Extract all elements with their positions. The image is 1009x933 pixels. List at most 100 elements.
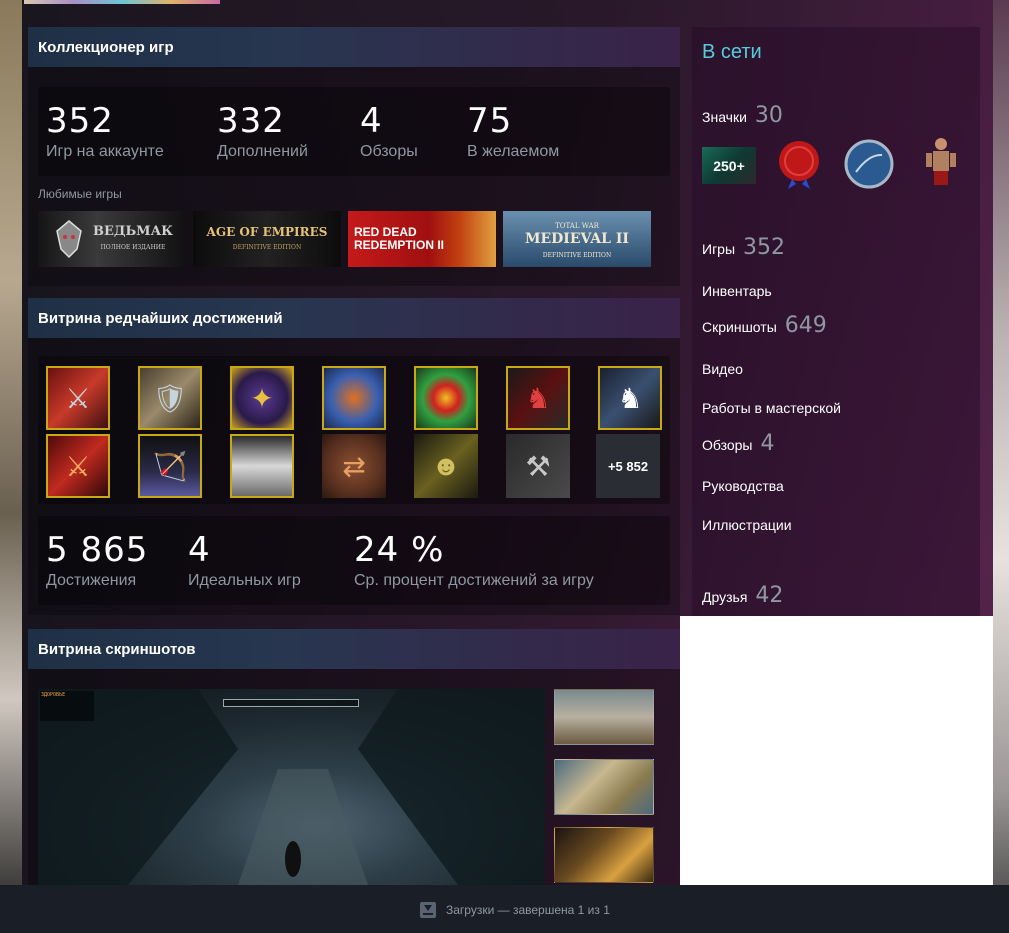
profile-sidebar: В сети Значки 30 250+ Игры 352 Инвентарь…	[692, 27, 980, 616]
screenshots-header: Витрина скриншотов	[28, 629, 680, 669]
favorite-witcher-title: ВЕДЬМАК	[93, 224, 173, 240]
hud-overlay: ЗДОРОВЬЕ	[40, 691, 94, 721]
favorite-medieval-title: MEDIEVAL II	[525, 230, 629, 247]
stat-games-label: Игр на аккаунте	[46, 143, 164, 160]
background-right-edge	[993, 0, 1009, 933]
downloads-status[interactable]: Загрузки — завершена 1 из 1	[420, 902, 610, 918]
barbarian-badge-icon[interactable]	[924, 135, 958, 191]
artwork-link-label: Иллюстрации	[702, 517, 792, 533]
knight-icon[interactable]: ♞	[598, 366, 662, 430]
stat-achievements[interactable]: 5 865 Достижения	[46, 530, 148, 590]
badges-count: 30	[754, 103, 783, 128]
inventory-link[interactable]: Инвентарь	[702, 283, 772, 299]
stat-avg-completion-label: Ср. процент достижений за игру	[354, 572, 594, 589]
trade-icon[interactable]: ⇄	[322, 434, 386, 498]
downloads-bar[interactable]: Загрузки — завершена 1 из 1	[0, 885, 1009, 933]
stat-avg-completion[interactable]: 24 % Ср. процент достижений за игру	[354, 530, 594, 590]
favorite-aoe-title: AGE OF EMPIRES	[206, 225, 328, 240]
games-link-count: 352	[743, 235, 786, 260]
stat-perfect-games-value: 4	[188, 530, 211, 570]
screenshot-thumb-cloak[interactable]	[554, 827, 654, 883]
badges-link[interactable]: Значки 30	[702, 103, 783, 128]
stat-wishlist[interactable]: 75 В желаемом	[467, 101, 559, 161]
friends-label: Друзья	[702, 589, 748, 605]
forest-road-scene-icon	[38, 689, 545, 885]
guides-link-label: Руководства	[702, 478, 784, 494]
arches-icon[interactable]	[230, 434, 294, 498]
stat-achievements-label: Достижения	[46, 572, 137, 589]
archer-icon[interactable]: 🏹	[138, 434, 202, 498]
screenshots-showcase: Витрина скриншотов ЗДОРОВЬЕ	[28, 629, 680, 885]
download-icon	[420, 902, 436, 918]
warrior-icon[interactable]: 🛡	[138, 366, 202, 430]
main-screenshot[interactable]: ЗДОРОВЬЕ	[38, 689, 545, 885]
more-achievements-button[interactable]: +5 852	[596, 434, 660, 498]
stat-dlc[interactable]: 332 Дополнений	[217, 101, 308, 161]
games-link[interactable]: Игры 352	[702, 235, 785, 260]
favorite-game-medieval[interactable]: TOTAL WAR MEDIEVAL II DEFINITIVE EDITION	[503, 211, 651, 267]
wolf-medallion-icon	[56, 220, 82, 259]
game-collector-showcase: Коллекционер игр 352 Игр на аккаунте 332…	[28, 27, 680, 286]
soldier-icon[interactable]: ⚔	[46, 366, 110, 430]
round-shield-icon[interactable]	[414, 366, 478, 430]
favorite-rdr-title: RED DEAD REDEMPTION II	[354, 225, 445, 252]
wax-seal-badge-icon[interactable]	[776, 139, 822, 189]
videos-link[interactable]: Видео	[702, 361, 743, 377]
workshop-link-label: Работы в мастерской	[702, 400, 841, 416]
stat-perfect-games[interactable]: 4 Идеальных игр	[188, 530, 301, 590]
friends-link[interactable]: Друзья 42	[702, 583, 783, 608]
stat-wishlist-label: В желаемом	[467, 143, 560, 160]
stat-reviews-label: Обзоры	[360, 143, 418, 160]
friends-count: 42	[755, 583, 784, 608]
favorite-game-red-dead-redemption[interactable]: RED DEAD REDEMPTION II	[348, 211, 496, 267]
screenshots-link-label: Скриншоты	[702, 319, 777, 335]
shield-icon[interactable]	[322, 366, 386, 430]
blank-overlay-panel	[680, 616, 993, 921]
game-collector-title: Коллекционер игр	[38, 38, 174, 56]
screenshots-title: Витрина скриншотов	[38, 640, 196, 658]
horseman-icon[interactable]: ♞	[506, 366, 570, 430]
ogre-icon[interactable]: ☻	[414, 434, 478, 498]
reviews-link-count: 4	[760, 431, 775, 456]
stat-reviews-value: 4	[360, 101, 383, 141]
favorite-aoe-sub: DEFINITIVE EDITION	[232, 244, 302, 251]
screenshot-thumb-map[interactable]	[554, 759, 654, 815]
screenshots-link[interactable]: Скриншоты 649	[702, 313, 827, 338]
feather-coin-badge-icon[interactable]	[844, 139, 894, 189]
emblem-icon[interactable]: ✦	[230, 366, 294, 430]
dagger-shield-icon[interactable]: ⚒	[506, 434, 570, 498]
workshop-link[interactable]: Работы в мастерской	[702, 400, 841, 416]
screenshots-link-count: 649	[784, 313, 827, 338]
badge-250[interactable]: 250+	[702, 147, 756, 184]
favorite-games-label: Любимые игры	[38, 187, 122, 201]
screenshot-thumb-desert[interactable]	[554, 689, 654, 745]
stat-games[interactable]: 352 Игр на аккаунте	[46, 101, 164, 161]
legion-icon[interactable]: ⚔	[46, 434, 110, 498]
rare-achievements-showcase: Витрина редчайших достижений ⚔ 🛡 ✦ ♞ ♞ ⚔…	[28, 298, 680, 615]
stat-reviews[interactable]: 4 Обзоры	[360, 101, 418, 161]
stat-avg-completion-value: 24 %	[354, 530, 445, 570]
favorite-medieval-sub: DEFINITIVE EDITION	[542, 252, 612, 260]
compass-bar	[223, 699, 359, 707]
rare-achievements-title: Витрина редчайших достижений	[38, 309, 283, 327]
favorite-medieval-top: TOTAL WAR	[555, 221, 599, 230]
game-collector-header: Коллекционер игр	[28, 27, 680, 67]
stat-games-value: 352	[46, 101, 114, 141]
games-link-label: Игры	[702, 241, 736, 257]
videos-link-label: Видео	[702, 361, 743, 377]
badges-label: Значки	[702, 109, 747, 125]
stat-dlc-value: 332	[217, 101, 285, 141]
background-left-edge	[0, 0, 22, 933]
badge-250-label: 250+	[713, 157, 745, 174]
reviews-link[interactable]: Обзоры 4	[702, 431, 775, 456]
artwork-link[interactable]: Иллюстрации	[702, 517, 792, 533]
favorite-game-age-of-empires[interactable]: AGE OF EMPIRES DEFINITIVE EDITION	[193, 211, 341, 267]
favorite-witcher-sub: ПОЛНОЕ ИЗДАНИЕ	[100, 244, 166, 251]
stat-achievements-value: 5 865	[46, 530, 149, 570]
favorite-game-witcher[interactable]: ВЕДЬМАК ПОЛНОЕ ИЗДАНИЕ	[38, 211, 186, 267]
rare-achievements-header: Витрина редчайших достижений	[28, 298, 680, 338]
guides-link[interactable]: Руководства	[702, 478, 784, 494]
reviews-link-label: Обзоры	[702, 437, 753, 453]
artwork-strip	[24, 0, 220, 4]
inventory-link-label: Инвентарь	[702, 283, 772, 299]
